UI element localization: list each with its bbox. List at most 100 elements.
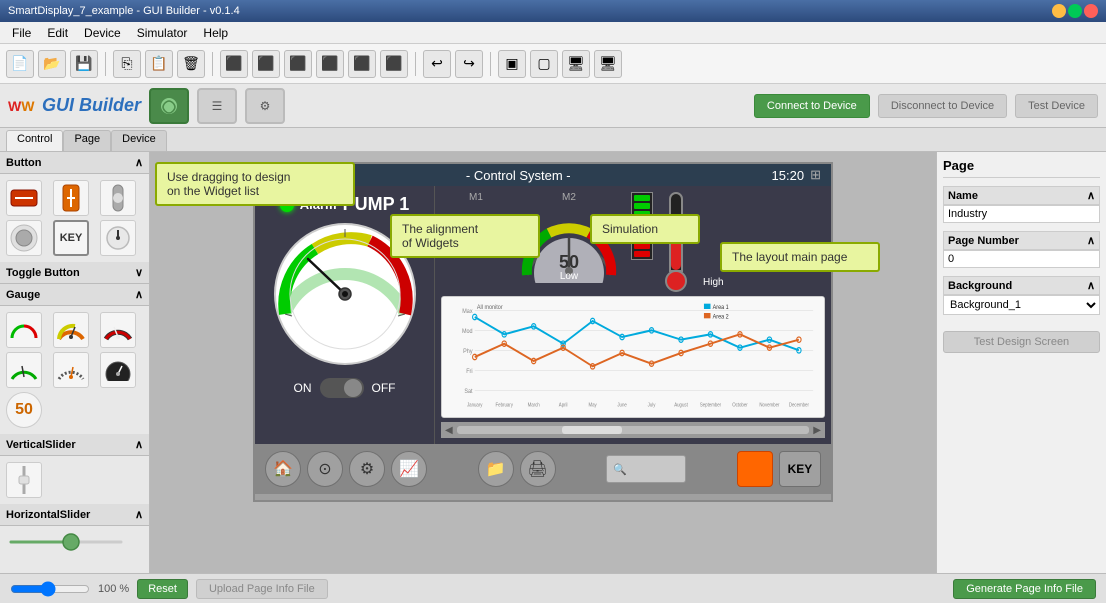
- orange-toggle-button[interactable]: [737, 451, 773, 487]
- delete-button[interactable]: 🗑: [177, 50, 205, 78]
- page-number-input[interactable]: [943, 250, 1100, 268]
- section-header-vslider[interactable]: VerticalSlider ∧: [0, 434, 149, 456]
- align-left-button[interactable]: ⬛: [220, 50, 248, 78]
- align-vcenter-button[interactable]: ⬛: [348, 50, 376, 78]
- widget-button-6[interactable]: [100, 220, 136, 256]
- print-button[interactable]: 🖨: [520, 451, 556, 487]
- svg-text:Sat: Sat: [464, 388, 472, 396]
- widget-gauge-4[interactable]: [6, 352, 42, 388]
- settings-nav-button[interactable]: ⊙: [307, 451, 343, 487]
- gauge-low-label: Low: [560, 271, 578, 282]
- align-bottom-button[interactable]: ⬛: [380, 50, 408, 78]
- gear-nav-button[interactable]: ⚙: [349, 451, 385, 487]
- minimize-button[interactable]: [1052, 4, 1066, 18]
- monitor2-button[interactable]: 🖥: [594, 50, 622, 78]
- new-button[interactable]: 📄: [6, 50, 34, 78]
- connect-device-button[interactable]: Connect to Device: [754, 94, 870, 118]
- svg-text:October: October: [732, 402, 748, 409]
- home-nav-button[interactable]: 🏠: [265, 451, 301, 487]
- redo-button[interactable]: ↪: [455, 50, 483, 78]
- prop-page-number-section: Page Number ∧: [943, 231, 1100, 268]
- align-top-button[interactable]: ⬛: [316, 50, 344, 78]
- widget-gauge-5[interactable]: [53, 352, 89, 388]
- menu-help[interactable]: Help: [195, 24, 236, 42]
- nav-buttons-group: 🏠 ⊙ ⚙ 📈: [265, 451, 427, 487]
- prop-page-number-header[interactable]: Page Number ∧: [943, 231, 1100, 250]
- widget-gauge-1[interactable]: [6, 312, 42, 348]
- key-button[interactable]: KEY: [779, 451, 821, 487]
- menu-device[interactable]: Device: [76, 24, 129, 42]
- section-header-gauge[interactable]: Gauge ∧: [0, 284, 149, 306]
- align-hcenter-button[interactable]: ⬛: [252, 50, 280, 78]
- widget-button-1[interactable]: [6, 180, 42, 216]
- undo-button[interactable]: ↩: [423, 50, 451, 78]
- monitor1-button[interactable]: 🖥: [562, 50, 590, 78]
- prop-name-header[interactable]: Name ∧: [943, 186, 1100, 205]
- widget-button-5[interactable]: KEY: [53, 220, 89, 256]
- widget-gauge-3[interactable]: [100, 312, 136, 348]
- paste-button[interactable]: 📋: [145, 50, 173, 78]
- save-button[interactable]: 💾: [70, 50, 98, 78]
- separator-2: [212, 52, 213, 76]
- widget-button-2[interactable]: [53, 180, 89, 216]
- menu-simulator[interactable]: Simulator: [129, 24, 196, 42]
- tab-control[interactable]: Control: [6, 130, 63, 151]
- toggle-switch[interactable]: [320, 378, 364, 398]
- section-header-button[interactable]: Button ∧: [0, 152, 149, 174]
- widget-list-button[interactable]: [149, 88, 189, 124]
- widget-vslider-1[interactable]: [6, 462, 42, 498]
- chart-nav-button[interactable]: 📈: [391, 451, 427, 487]
- menu-file[interactable]: File: [4, 24, 39, 42]
- test-design-button[interactable]: Test Design Screen: [943, 331, 1100, 353]
- prop-background-header[interactable]: Background ∧: [943, 276, 1100, 295]
- folder-button[interactable]: 📁: [478, 451, 514, 487]
- logo-icon: W W: [8, 96, 38, 116]
- widget-gauge-6[interactable]: [100, 352, 136, 388]
- preview2-button[interactable]: ▢: [530, 50, 558, 78]
- background-select[interactable]: Background_1: [943, 295, 1100, 315]
- settings-button[interactable]: ⚙: [245, 88, 285, 124]
- preview1-button[interactable]: ▣: [498, 50, 526, 78]
- bar-seg-green2: [634, 203, 650, 209]
- section-header-toggle[interactable]: Toggle Button ∨: [0, 262, 149, 284]
- upload-button[interactable]: Upload Page Info File: [196, 579, 328, 599]
- list-view-button[interactable]: ☰: [197, 88, 237, 124]
- widget-button-4[interactable]: [6, 220, 42, 256]
- horizontal-scrollbar[interactable]: ◀ ▶: [441, 422, 825, 438]
- main-layout: Use dragging to design on the Widget lis…: [0, 152, 1106, 573]
- canvas-header: - Control System - 15:20 ⊞: [255, 164, 831, 186]
- page-number-label: Page Number: [948, 235, 1019, 247]
- section-header-hslider[interactable]: HorizontalSlider ∧: [0, 504, 149, 526]
- scroll-thumb[interactable]: [562, 426, 622, 434]
- svg-text:Area 1: Area 1: [713, 304, 730, 312]
- large-gauge: [270, 219, 420, 372]
- widget-gauge-2[interactable]: [53, 312, 89, 348]
- tab-bar: Control Page Device: [0, 128, 1106, 152]
- align-right-button[interactable]: ⬛: [284, 50, 312, 78]
- scroll-left-arrow[interactable]: ◀: [445, 425, 453, 436]
- window-controls[interactable]: [1052, 4, 1098, 18]
- reset-button[interactable]: Reset: [137, 579, 188, 599]
- tab-device[interactable]: Device: [111, 130, 167, 151]
- logo-text: GUI Builder: [42, 95, 141, 116]
- scroll-right-arrow[interactable]: ▶: [813, 425, 821, 436]
- search-field[interactable]: 🔍: [606, 455, 686, 483]
- widget-button-3[interactable]: [100, 180, 136, 216]
- bar-seg-red: [634, 251, 650, 257]
- generate-button[interactable]: Generate Page Info File: [953, 579, 1096, 599]
- widget-gauge-number[interactable]: 50: [6, 392, 42, 428]
- background-label: Background: [948, 280, 1012, 292]
- maximize-button[interactable]: [1068, 4, 1082, 18]
- tab-page[interactable]: Page: [63, 130, 111, 151]
- name-input[interactable]: [943, 205, 1100, 223]
- copy-button[interactable]: ⎘: [113, 50, 141, 78]
- menu-edit[interactable]: Edit: [39, 24, 76, 42]
- test-device-button[interactable]: Test Device: [1015, 94, 1098, 118]
- search-group: 🔍: [606, 455, 686, 483]
- disconnect-device-button[interactable]: Disconnect to Device: [878, 94, 1007, 118]
- scroll-track[interactable]: [457, 426, 810, 434]
- close-button[interactable]: [1084, 4, 1098, 18]
- zoom-slider[interactable]: [10, 581, 90, 597]
- open-button[interactable]: 📂: [38, 50, 66, 78]
- canvas-area: - Control System - 15:20 ⊞ Alarm PUMP 1: [150, 152, 936, 573]
